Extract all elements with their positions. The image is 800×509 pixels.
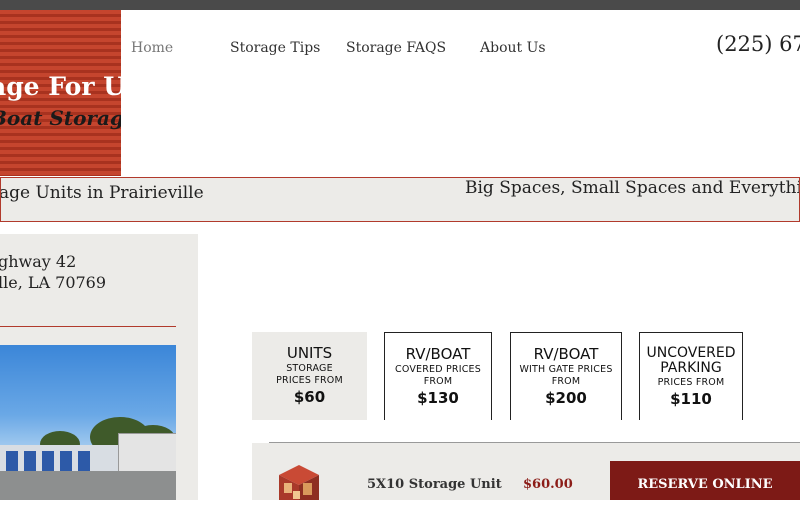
- sidebar: ghway 42 lle, LA 70769: [0, 234, 198, 500]
- tab-rv-boat-covered[interactable]: RV/BOAT COVERED PRICES FROM $130: [384, 332, 492, 420]
- top-bar: [0, 0, 800, 10]
- unit-price: $60.00: [523, 477, 573, 492]
- nav-storage-faqs[interactable]: Storage FAQS: [346, 40, 446, 56]
- storage-unit-icon: [279, 465, 319, 500]
- logo-title: age For U: [0, 72, 121, 101]
- tab-parking-sub: PRICES FROM: [657, 377, 725, 388]
- nav-about-us[interactable]: About Us: [480, 40, 546, 56]
- nav-home[interactable]: Home: [131, 40, 173, 56]
- tab-units[interactable]: UNITS STORAGE PRICES FROM $60: [252, 332, 367, 420]
- logo-subtitle: Boat Storage: [0, 106, 121, 130]
- banner-left-text: age Units in Prairieville: [0, 183, 204, 203]
- tagline-banner: age Units in Prairieville Big Spaces, Sm…: [0, 177, 800, 222]
- site-logo[interactable]: age For U Boat Storage: [0, 10, 121, 176]
- tab-rv-gated-sub: WITH GATE PRICES FROM: [519, 364, 613, 387]
- banner-right-text: Big Spaces, Small Spaces and Everything …: [465, 178, 799, 198]
- tab-units-price: $60: [293, 388, 326, 406]
- address-line-2: lle, LA 70769: [0, 273, 107, 292]
- tab-rv-gated-price: $200: [545, 389, 587, 407]
- facility-photo: [0, 345, 176, 500]
- address-line-1: ghway 42: [0, 252, 77, 271]
- tab-units-sub: STORAGE PRICES FROM: [276, 363, 343, 386]
- tab-parking-price: $110: [670, 390, 712, 408]
- unit-listing-row: 5X10 Storage Unit $60.00 RESERVE ONLINE: [252, 443, 800, 500]
- nav-storage-tips[interactable]: Storage Tips: [230, 40, 320, 56]
- tab-rv-covered-price: $130: [417, 389, 459, 407]
- tab-parking-title: UNCOVERED PARKING: [646, 345, 736, 376]
- tab-uncovered-parking[interactable]: UNCOVERED PARKING PRICES FROM $110: [639, 332, 743, 420]
- tab-units-title: UNITS: [286, 344, 333, 362]
- tab-rv-boat-gated[interactable]: RV/BOAT WITH GATE PRICES FROM $200: [510, 332, 622, 420]
- phone-number[interactable]: (225) 673: [716, 32, 800, 56]
- sidebar-divider: [0, 326, 176, 327]
- reserve-online-button[interactable]: RESERVE ONLINE: [610, 461, 800, 500]
- tab-rv-covered-sub: COVERED PRICES FROM: [395, 364, 481, 387]
- unit-name: 5X10 Storage Unit: [367, 477, 502, 492]
- tab-rv-covered-title: RV/BOAT: [405, 345, 471, 363]
- tab-rv-gated-title: RV/BOAT: [533, 345, 599, 363]
